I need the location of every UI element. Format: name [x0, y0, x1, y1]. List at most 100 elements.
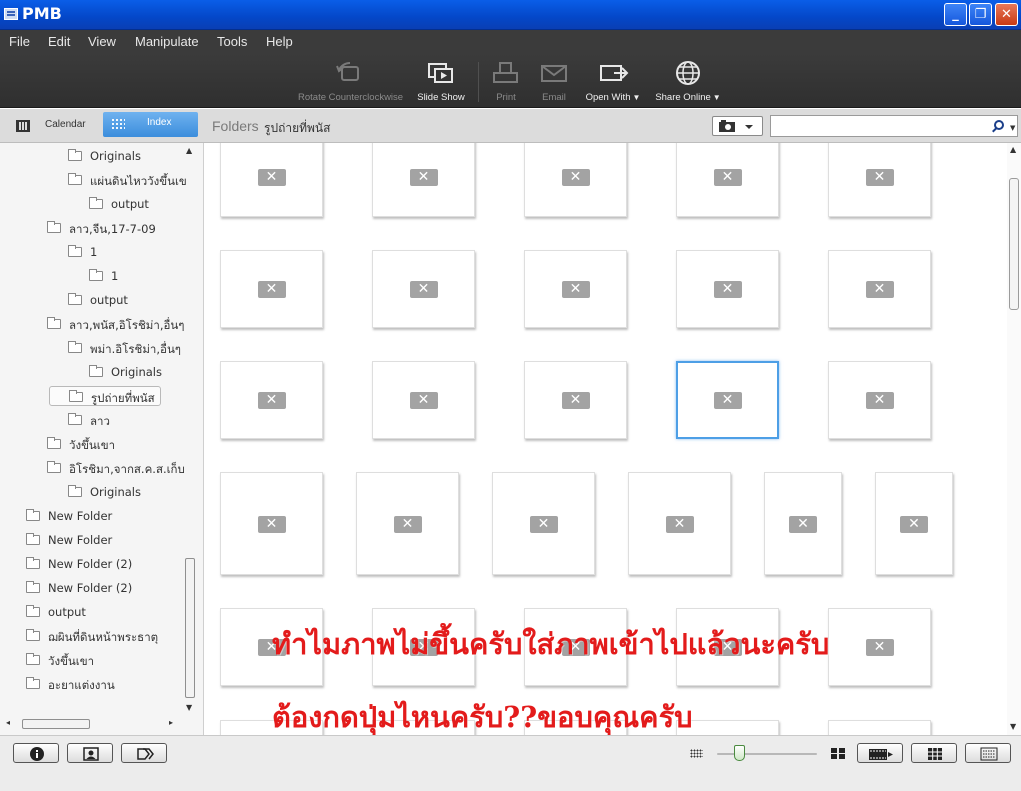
folder-icon — [69, 390, 83, 402]
people-button[interactable] — [67, 743, 113, 763]
menu-tools[interactable]: Tools — [217, 34, 247, 49]
breadcrumb-folders[interactable]: Folders — [212, 118, 259, 134]
photo-thumbnail[interactable]: ✕ — [628, 472, 731, 575]
camera-icon — [719, 120, 753, 132]
calendar-view-button[interactable]: Calendar — [8, 115, 100, 137]
menu-manipulate[interactable]: Manipulate — [135, 34, 199, 49]
tags-icon — [137, 748, 154, 760]
broken-image-icon: ✕ — [257, 392, 286, 409]
camera-import-button[interactable] — [712, 116, 763, 136]
small-thumbnails-icon[interactable] — [690, 749, 703, 758]
photo-thumbnail[interactable]: ✕ — [676, 143, 779, 217]
filmstrip-view-button[interactable] — [857, 743, 903, 763]
large-thumbnails-icon[interactable] — [831, 748, 845, 759]
photo-thumbnail[interactable]: ✕ — [524, 250, 627, 328]
toolbar-separator — [478, 62, 479, 102]
zoom-slider-handle[interactable] — [734, 745, 745, 761]
restore-button[interactable]: ❐ — [969, 3, 992, 26]
photo-thumbnail[interactable]: ✕ — [828, 361, 931, 439]
print-button[interactable]: Print — [488, 60, 524, 106]
photo-thumbnail[interactable]: ✕ — [828, 143, 931, 217]
sidebar-scroll-right[interactable]: ▸ — [169, 718, 173, 727]
sidebar-horizontal-scrollbar[interactable] — [22, 719, 90, 729]
folder-icon — [68, 341, 82, 353]
rotate-ccw-button[interactable]: Rotate Counterclockwise — [298, 60, 404, 106]
folder-tree: Originals แผ่นดินไหววังขึ้นเข output ลาว,จี… — [0, 143, 204, 735]
broken-image-icon: ✕ — [713, 169, 742, 186]
photo-thumbnail[interactable]: ✕ — [524, 143, 627, 217]
photo-thumbnail[interactable]: ✕ — [220, 143, 323, 217]
search-options-dropdown[interactable]: ▼ — [1010, 124, 1015, 132]
folder-label: วังขึ้นเขา — [48, 654, 95, 668]
photo-thumbnail[interactable]: ✕ — [372, 143, 475, 217]
sidebar-scroll-down[interactable]: ▼ — [186, 703, 192, 712]
folder-label: อิโรชิมา,จากส.ค.ส.เก็บ — [69, 462, 185, 476]
folder-icon — [26, 557, 40, 569]
photo-thumbnail[interactable]: ✕ — [492, 472, 595, 575]
photo-thumbnail[interactable]: ✕ — [828, 608, 931, 686]
index-view-button[interactable]: Index — [103, 112, 198, 137]
folder-icon — [47, 461, 61, 473]
photo-thumbnail[interactable]: ✕ — [676, 250, 779, 328]
folder-icon — [68, 293, 82, 305]
photo-thumbnail[interactable]: ✕ — [220, 250, 323, 328]
photo-thumbnail[interactable]: ✕ — [524, 361, 627, 439]
folder-label: output — [48, 605, 86, 619]
broken-image-icon: ✕ — [865, 169, 894, 186]
info-button[interactable] — [13, 743, 59, 763]
navigation-bar: Calendar Index Folders รูปถ่ายที่พนัส ▼ — [0, 109, 1021, 143]
folder-icon — [68, 413, 82, 425]
broken-image-icon: ✕ — [409, 281, 438, 298]
search-input[interactable] — [770, 115, 1018, 137]
photo-thumbnail[interactable]: ✕ — [676, 361, 779, 439]
menu-bar: File Edit View Manipulate Tools Help — [0, 30, 1021, 54]
folder-item[interactable]: รูปถ่ายที่พนัส — [49, 386, 161, 406]
photo-thumbnail[interactable]: ✕ — [875, 472, 953, 575]
photo-thumbnail[interactable]: ✕ — [356, 472, 459, 575]
close-button[interactable]: ✕ — [995, 3, 1018, 26]
grid-scrollbar-thumb[interactable] — [1009, 178, 1019, 310]
tags-button[interactable] — [121, 743, 167, 763]
status-bar — [0, 735, 1021, 791]
details-view-button[interactable] — [965, 743, 1011, 763]
photo-thumbnail[interactable]: ✕ — [220, 472, 323, 575]
folder-icon — [26, 605, 40, 617]
minimize-button[interactable]: _ — [944, 3, 967, 26]
folder-icon — [26, 629, 40, 641]
sidebar-scrollbar-thumb[interactable] — [185, 558, 195, 698]
rotate-ccw-label: Rotate Counterclockwise — [298, 92, 404, 103]
broken-image-icon: ✕ — [393, 515, 422, 533]
sidebar-scroll-left[interactable]: ◂ — [6, 718, 10, 727]
menu-help[interactable]: Help — [266, 34, 293, 49]
folder-icon — [26, 653, 40, 665]
calendar-label: Calendar — [45, 119, 86, 130]
zoom-slider-track[interactable] — [717, 753, 817, 755]
grid-scroll-down[interactable]: ▼ — [1010, 722, 1016, 731]
menu-view[interactable]: View — [88, 34, 116, 49]
sidebar-scroll-up[interactable]: ▲ — [186, 146, 192, 155]
chevron-down-icon: ▼ — [712, 93, 721, 102]
slideshow-button[interactable]: Slide Show — [412, 60, 470, 106]
photo-thumbnail[interactable]: ✕ — [220, 361, 323, 439]
photo-thumbnail[interactable]: ✕ — [828, 720, 931, 735]
menu-file[interactable]: File — [9, 34, 30, 49]
photo-thumbnail[interactable]: ✕ — [372, 361, 475, 439]
photo-thumbnail[interactable]: ✕ — [828, 250, 931, 328]
grid-view-icon — [928, 748, 942, 760]
share-online-button[interactable]: Share Online ▼ — [654, 60, 722, 106]
photo-thumbnail[interactable]: ✕ — [764, 472, 842, 575]
menu-edit[interactable]: Edit — [48, 34, 70, 49]
email-button[interactable]: Email — [535, 60, 573, 106]
folder-icon — [47, 221, 61, 233]
photo-thumbnail[interactable]: ✕ — [372, 250, 475, 328]
email-label: Email — [542, 92, 566, 103]
grid-view-button[interactable] — [911, 743, 957, 763]
folder-label: วังขึ้นเขา — [69, 438, 116, 452]
folder-label: แผ่นดินไหววังขึ้นเข — [90, 174, 187, 188]
open-with-button[interactable]: Open With ▼ — [583, 60, 643, 106]
grid-scroll-up[interactable]: ▲ — [1010, 145, 1016, 154]
folder-label: output — [90, 293, 128, 307]
folder-icon — [47, 437, 61, 449]
search-icon[interactable] — [994, 120, 1004, 130]
broken-image-icon: ✕ — [789, 515, 817, 533]
